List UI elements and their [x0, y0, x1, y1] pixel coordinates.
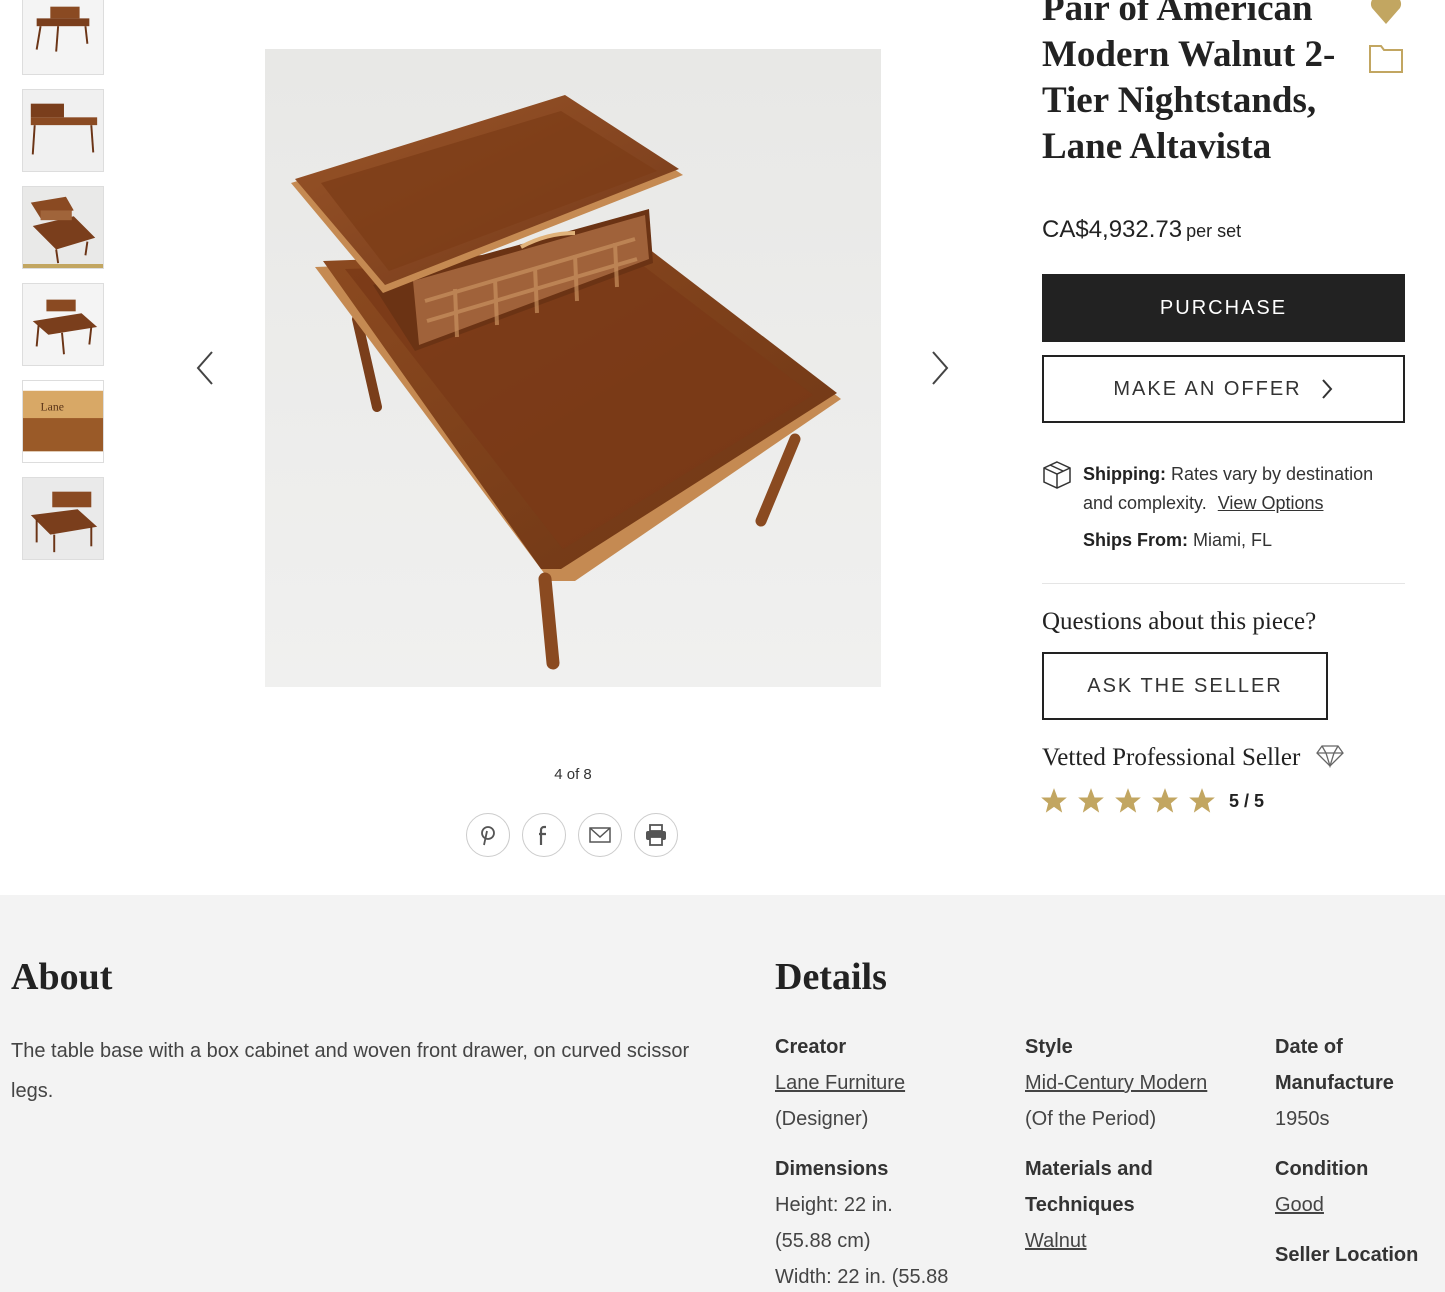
divider: [1042, 583, 1405, 584]
print-icon[interactable]: [634, 813, 678, 857]
thumbnail[interactable]: [22, 283, 104, 366]
make-offer-label: MAKE AN OFFER: [1113, 377, 1302, 400]
date-value: 1950s: [1275, 1108, 1330, 1130]
facebook-icon[interactable]: [522, 813, 566, 857]
style-label: Style: [1025, 1036, 1073, 1058]
condition-label: Condition: [1275, 1158, 1369, 1180]
star-icon: [1041, 788, 1067, 813]
pinterest-icon[interactable]: [466, 813, 510, 857]
ask-seller-button[interactable]: ASK THE SELLER: [1042, 652, 1328, 720]
package-icon: [1042, 460, 1072, 490]
condition-link[interactable]: Good: [1275, 1194, 1324, 1216]
star-icon: [1115, 788, 1141, 813]
product-info-section: About The table base with a box cabinet …: [0, 895, 1445, 1292]
ships-from: Ships From: Miami, FL: [1083, 530, 1272, 551]
star-icon: [1189, 788, 1215, 813]
view-options-link[interactable]: View Options: [1218, 493, 1324, 513]
date-label: Date of Manufacture: [1275, 1036, 1394, 1094]
purchase-button[interactable]: PURCHASE: [1042, 274, 1405, 342]
details-column-2: Style Mid-Century Modern (Of the Period)…: [1025, 1029, 1235, 1273]
chevron-right-icon: [1321, 379, 1332, 399]
thumbnail-strip: Lane: [22, 0, 104, 574]
product-title: Pair of American Modern Walnut 2-Tier Ni…: [1042, 0, 1336, 167]
image-counter: 4 of 8: [554, 766, 592, 783]
creator-role: (Designer): [775, 1108, 869, 1130]
heart-icon[interactable]: [1368, 0, 1404, 28]
chevron-left-icon[interactable]: [190, 348, 220, 388]
about-text: The table base with a box cabinet and wo…: [11, 1040, 690, 1102]
ships-from-label: Ships From:: [1083, 530, 1189, 550]
seller-rating: 5 / 5: [1040, 787, 1264, 815]
details-column-1: Creator Lane Furniture (Designer) Dimens…: [775, 1029, 985, 1292]
vetted-seller-label: Vetted Professional Seller: [1042, 744, 1301, 771]
folder-icon[interactable]: [1368, 42, 1404, 74]
materials-label: Materials and Techniques: [1025, 1158, 1153, 1216]
price-unit: per set: [1186, 221, 1242, 241]
thumbnail[interactable]: [22, 89, 104, 172]
product-image[interactable]: [265, 49, 881, 687]
share-bar: [466, 813, 678, 857]
diamond-icon[interactable]: [1316, 744, 1344, 769]
style-link[interactable]: Mid-Century Modern: [1025, 1072, 1207, 1094]
materials-link[interactable]: Walnut: [1025, 1230, 1087, 1252]
price: CA$4,932.73 per set: [1042, 216, 1241, 244]
style-note: (Of the Period): [1025, 1108, 1157, 1130]
thumbnail[interactable]: [22, 0, 104, 75]
email-icon[interactable]: [578, 813, 622, 857]
about-heading: About: [11, 956, 113, 998]
dimension-width: Width: 22 in. (55.88: [775, 1266, 949, 1288]
star-icon: [1078, 788, 1104, 813]
shipping-info: Shipping: Rates vary by destination and …: [1083, 460, 1403, 518]
chevron-right-icon[interactable]: [925, 348, 955, 388]
price-amount: CA$4,932.73: [1042, 216, 1183, 243]
star-icon: [1152, 788, 1178, 813]
details-heading: Details: [775, 956, 887, 998]
ships-from-value: Miami, FL: [1193, 530, 1273, 550]
thumbnail[interactable]: [22, 477, 104, 560]
dimension-height-cm: (55.88 cm): [775, 1230, 871, 1252]
questions-heading: Questions about this piece?: [1042, 608, 1317, 635]
nightstand-photo: [265, 49, 881, 687]
details-column-3: Date of Manufacture 1950s Condition Good…: [1275, 1029, 1445, 1287]
thumbnail-active[interactable]: [22, 186, 104, 269]
creator-link[interactable]: Lane Furniture: [775, 1072, 905, 1094]
dimensions-label: Dimensions: [775, 1158, 889, 1180]
shipping-label: Shipping:: [1083, 464, 1166, 484]
seller-location-label: Seller Location: [1275, 1244, 1419, 1266]
svg-text:Lane: Lane: [41, 400, 64, 413]
rating-text: 5 / 5: [1229, 790, 1265, 811]
thumbnail[interactable]: Lane: [22, 380, 104, 463]
creator-label: Creator: [775, 1036, 847, 1058]
dimension-height: Height: 22 in.: [775, 1194, 893, 1216]
make-offer-button[interactable]: MAKE AN OFFER: [1042, 355, 1405, 423]
